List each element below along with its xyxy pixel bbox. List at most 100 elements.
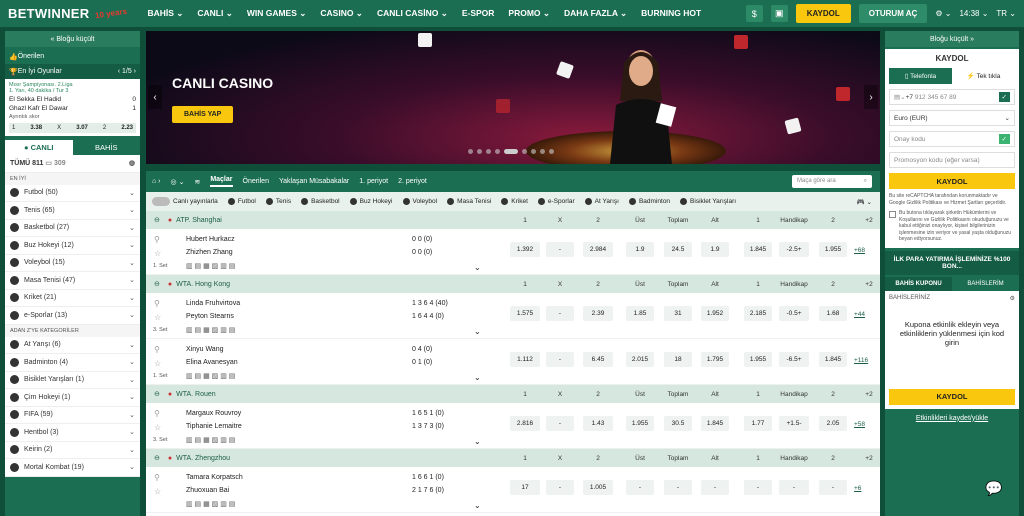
promo-code-field[interactable]: Promosyon kodu (eğer varsa) [889, 152, 1015, 168]
sport-item[interactable]: Futbol (50) ⌄ [5, 185, 140, 202]
odds-cell[interactable]: 2.816 [510, 416, 540, 431]
odd-value-1[interactable]: 3.38 [30, 125, 42, 131]
odds-cell[interactable]: 2.015 [626, 352, 654, 367]
tab-matches[interactable]: Maçlar [210, 176, 233, 187]
category-item[interactable]: Mortal Kombat (19) ⌄ [5, 459, 140, 477]
collapse-icon[interactable]: ⊖ [154, 454, 160, 462]
odds-cell[interactable]: +1.5- [779, 416, 809, 431]
stream-icon[interactable]: ≋ [194, 178, 200, 186]
odds-cell[interactable]: 1.85 [626, 306, 654, 321]
filter-10[interactable]: Bisiklet Yarışları [680, 198, 736, 205]
banner-next-arrow-icon[interactable]: › [864, 85, 878, 109]
chevron-down-icon[interactable]: ⌄ [129, 341, 135, 349]
odds-cell[interactable]: - [546, 242, 574, 257]
odds-cell[interactable]: 1.845 [744, 242, 772, 257]
match-row[interactable]: ⚲ ☆ Margaux Rouvroy Tiphanie Lemaitre 1 6 5 … [146, 403, 880, 449]
odds-cell[interactable]: 30.5 [664, 416, 692, 431]
chevron-down-icon[interactable]: ⌄ [129, 311, 135, 319]
featured-match-card[interactable]: Mısır Şampiyonası. 2.Liga 1. Yarı, 40 da… [5, 79, 140, 136]
login-button[interactable]: OTURUM AÇ [858, 4, 928, 23]
expand-chevron-icon[interactable]: ⌄ [474, 263, 481, 272]
banner-dot[interactable] [468, 149, 473, 154]
match-search-input[interactable]: Maça göre ara ⌕ [792, 175, 872, 188]
banner-prev-arrow-icon[interactable]: ‹ [148, 85, 162, 109]
chevron-down-icon[interactable]: ⌄ [129, 393, 135, 401]
currency-select[interactable]: Euro (EUR) ⌄ [889, 110, 1015, 126]
banner-dot[interactable] [549, 149, 554, 154]
league-header[interactable]: ⊖ ● WTA. Hong Kong 1 X 2 Üst Toplam Alt 1 Handikap… [146, 275, 880, 293]
odd-value-2[interactable]: 2.23 [121, 125, 133, 131]
odds-cell[interactable]: 1.68 [819, 306, 847, 321]
odds-cell[interactable]: - [701, 480, 729, 495]
match-row[interactable]: ⚲ ☆ Hubert Hurkacz Zhizhen Zhang 0 0 (0) 0 0 … [146, 229, 880, 275]
stats-icons[interactable]: ▥ ▤ ▦ ▨ ▥ ▤ [186, 372, 235, 380]
stats-icons[interactable]: ▥ ▤ ▦ ▨ ▥ ▤ [186, 436, 235, 444]
confirmation-code-field[interactable]: Onay kodu ✓ [889, 131, 1015, 147]
chat-bubble-icon[interactable]: 💬 [976, 470, 1012, 506]
nav-canli[interactable]: CANLI ⌄ [197, 8, 232, 19]
odds-cell[interactable]: 1.005 [583, 480, 613, 495]
category-item[interactable]: Badminton (4) ⌄ [5, 354, 140, 372]
gift-icon[interactable]: ▣ [770, 5, 788, 22]
odds-cell[interactable]: 18 [664, 352, 692, 367]
sport-item[interactable]: Voleybol (15) ⌄ [5, 255, 140, 272]
live-stream-toggle[interactable]: Canlı yayınlarla [152, 197, 218, 206]
check-icon[interactable]: ✓ [998, 134, 1010, 144]
odds-cell[interactable]: - [664, 480, 692, 495]
chevron-down-icon[interactable]: ⌄ [129, 358, 135, 366]
filter-2[interactable]: Basketbol [301, 198, 340, 205]
tab-period-2[interactable]: 2. periyot [398, 178, 427, 185]
tab-upcoming[interactable]: Yaklaşan Müsabakalar [279, 178, 349, 185]
live-casino-banner[interactable]: CANLI CASINO BAHİS YAP ‹ › [146, 31, 880, 164]
odds-cell[interactable]: -6.5+ [779, 352, 809, 367]
tab-my-bets[interactable]: BAHİSLERİM [952, 277, 1019, 291]
sport-item[interactable]: Basketbol (27) ⌄ [5, 220, 140, 237]
odds-cell[interactable]: 1.77 [744, 416, 772, 431]
category-item[interactable]: Çim Hokeyi (1) ⌄ [5, 389, 140, 407]
odds-cell[interactable]: 1.43 [583, 416, 613, 431]
banner-dot-active[interactable] [504, 149, 518, 154]
pin-icon[interactable]: ⚲ [154, 235, 160, 244]
filter-5[interactable]: Masa Tenisi [447, 198, 491, 205]
language-select[interactable]: TR ⌄ [996, 9, 1016, 18]
filter-1[interactable]: Tenis [265, 198, 291, 205]
clock[interactable]: 14:38 ⌄ [959, 9, 988, 18]
tab-bets[interactable]: BAHİS [73, 140, 141, 155]
more-markets-link[interactable]: +116 [854, 357, 868, 364]
expand-chevron-icon[interactable]: ⌄ [474, 327, 481, 336]
odds-cell[interactable]: 24.5 [664, 242, 692, 257]
collapse-right-button[interactable]: Bloğu küçült » [885, 31, 1019, 47]
odds-cell[interactable]: 2.185 [744, 306, 772, 321]
odds-cell[interactable]: 17 [510, 480, 540, 495]
collapse-left-button[interactable]: « Bloğu küçült [5, 31, 140, 47]
category-item[interactable]: Keirin (2) ⌄ [5, 442, 140, 459]
odds-cell[interactable]: 1.845 [819, 352, 847, 367]
category-item[interactable]: At Yarışı (6) ⌄ [5, 337, 140, 354]
sport-item[interactable]: Tenis (65) ⌄ [5, 202, 140, 220]
more-markets-link[interactable]: +6 [854, 485, 861, 492]
collapse-icon[interactable]: ⊖ [154, 390, 160, 398]
expand-chevron-icon[interactable]: ⌄ [474, 437, 481, 446]
star-icon[interactable]: ☆ [154, 249, 161, 258]
sport-item[interactable]: e-Sporlar (13) ⌄ [5, 307, 140, 325]
odds-cell[interactable]: 6.45 [583, 352, 613, 367]
globe-icon[interactable]: ◍ [129, 159, 135, 167]
odds-cell[interactable]: - [626, 480, 654, 495]
more-markets-link[interactable]: +44 [854, 311, 865, 318]
tab-phone[interactable]: ▯ Telefonla [889, 68, 952, 84]
betwinner-logo[interactable]: BETWINNER [8, 6, 89, 21]
odd-value-x[interactable]: 3.07 [76, 125, 88, 131]
collapse-icon[interactable]: ⊖ [154, 280, 160, 288]
category-item[interactable]: Hentbol (3) ⌄ [5, 424, 140, 442]
collapse-icon[interactable]: ⊖ [154, 216, 160, 224]
tab-featured[interactable]: Önerilen [243, 178, 269, 185]
star-icon[interactable]: ☆ [154, 487, 161, 496]
odds-cell[interactable]: 1.845 [701, 416, 729, 431]
chevron-down-icon[interactable]: ⌄ [129, 189, 135, 197]
odds-cell[interactable]: 1.955 [819, 242, 847, 257]
nav-burning-hot[interactable]: BURNING HOT [641, 8, 701, 19]
odds-cell[interactable]: 1.9 [626, 242, 654, 257]
all-sports-row[interactable]: TÜMÜ 811 ▭ 309 ◍ [5, 155, 140, 173]
pin-icon[interactable]: ⚲ [154, 345, 160, 354]
odds-cell[interactable]: - [546, 480, 574, 495]
